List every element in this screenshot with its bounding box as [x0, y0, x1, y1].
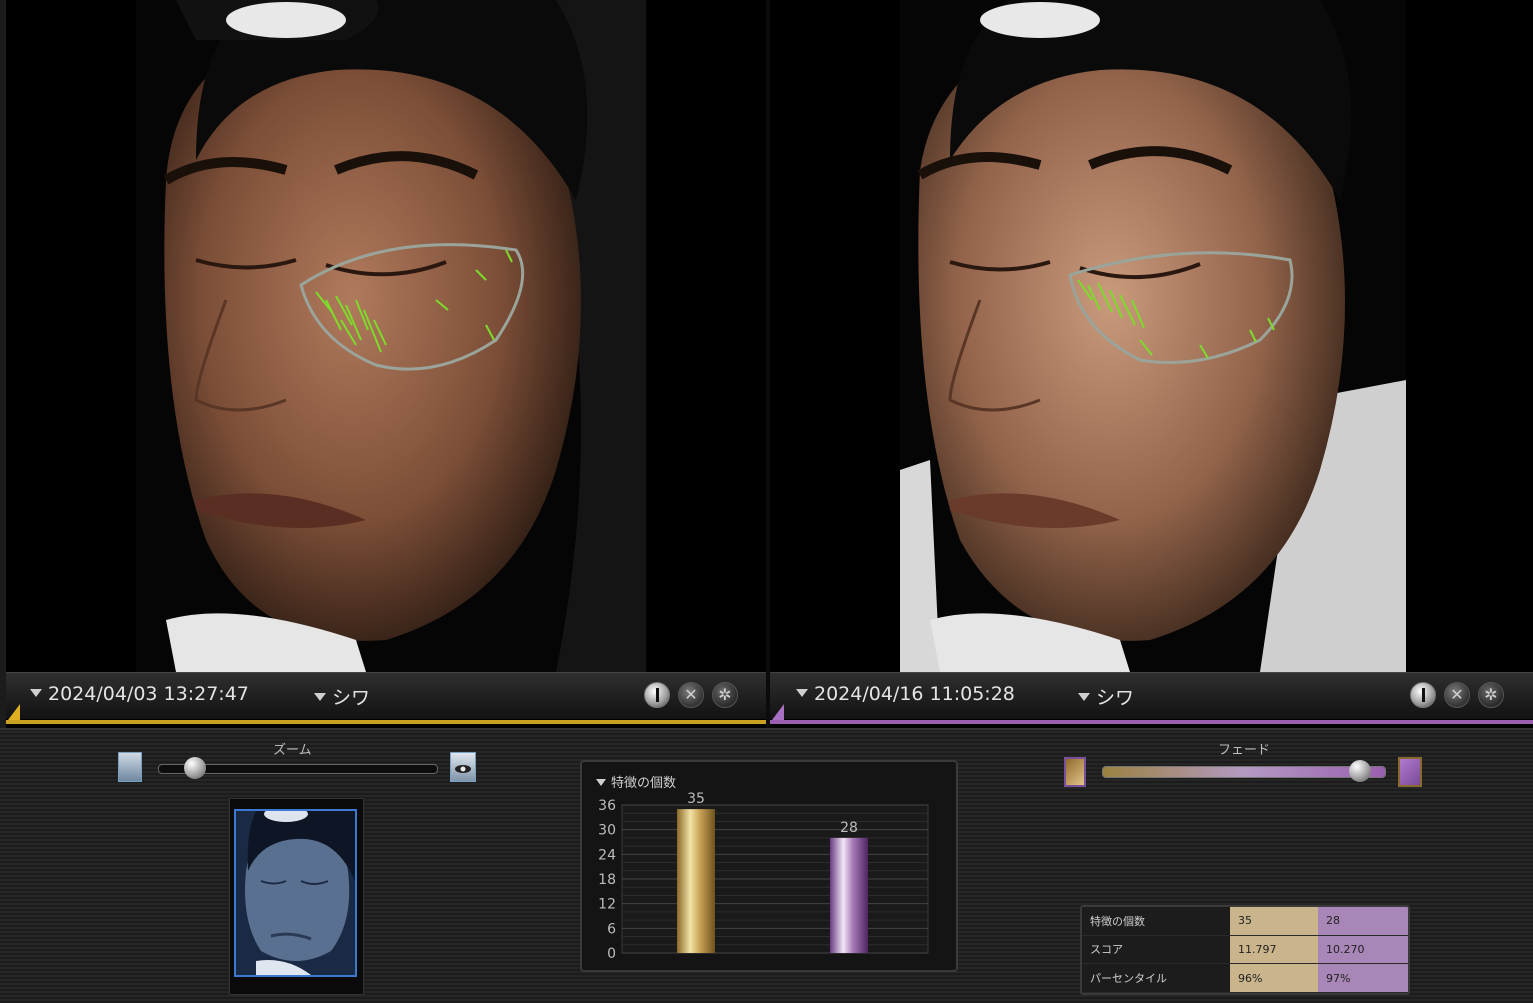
close-icon: ✕ [684, 685, 698, 704]
datetime-value: 2024/04/16 11:05:28 [814, 683, 1015, 705]
table-row: 特徴の個数 35 28 [1082, 907, 1408, 936]
feature-count-chart-panel: 特徴の個数 0 6 12 18 24 30 36 35 28 [580, 760, 958, 972]
stat-value-after: 97% [1318, 963, 1408, 993]
stat-value-after: 28 [1318, 907, 1408, 936]
chevron-down-icon [1078, 693, 1090, 701]
fade-before-icon[interactable] [1064, 757, 1086, 787]
stats-table: 特徴の個数 35 28 スコア 11.797 10.270 パーセンタイル 96… [1080, 905, 1410, 995]
fade-label: フェード [1218, 743, 1271, 758]
y-tick-label: 12 [598, 897, 616, 913]
y-tick-label: 0 [607, 946, 616, 962]
y-tick-label: 6 [607, 921, 616, 937]
face-photo-after[interactable] [900, 0, 1406, 672]
fade-slider-knob[interactable] [1349, 760, 1371, 782]
gear-icon: ✲ [718, 685, 732, 704]
mode-value: シワ [332, 687, 371, 709]
zoom-label: ズーム [273, 743, 312, 758]
y-tick-label: 36 [598, 798, 616, 814]
table-row: スコア 11.797 10.270 [1082, 935, 1408, 965]
face-photo-before[interactable] [136, 0, 646, 672]
close-button[interactable]: ✕ [1444, 682, 1470, 708]
face-photo-after-drawing [900, 0, 1406, 672]
table-row: パーセンタイル 96% 97% [1082, 963, 1408, 993]
zoom-out-face-icon[interactable] [118, 752, 142, 782]
y-tick-label: 30 [598, 823, 616, 839]
mode-value: シワ [1096, 687, 1135, 709]
right-accent-line [770, 720, 1533, 724]
chevron-down-icon [796, 689, 808, 697]
datetime-dropdown[interactable]: 2024/04/16 11:05:28 [796, 683, 1015, 705]
close-button[interactable]: ✕ [678, 682, 704, 708]
face-photo-before-drawing [136, 0, 646, 672]
settings-button[interactable]: ✲ [1478, 682, 1504, 708]
info-button[interactable] [644, 682, 670, 708]
navigator-thumbnail-frame [229, 798, 364, 995]
y-tick-label: 18 [598, 872, 616, 888]
datetime-dropdown[interactable]: 2024/04/03 13:27:47 [30, 683, 249, 705]
settings-button[interactable]: ✲ [712, 682, 738, 708]
bar-value-label: 35 [687, 791, 705, 807]
right-image-panel: 2024/04/16 11:05:28 シワ ✕ ✲ [770, 0, 1533, 728]
chevron-down-icon [30, 689, 42, 697]
chevron-down-icon [314, 693, 326, 701]
navigator-viewport[interactable] [234, 809, 357, 977]
navigator-face-icon [236, 811, 355, 975]
bar-before [677, 809, 715, 953]
mode-dropdown[interactable]: シワ [314, 683, 370, 710]
stat-value-before: 96% [1230, 963, 1318, 993]
zoom-in-eye-icon[interactable] [450, 752, 476, 782]
bar-value-label: 28 [840, 820, 858, 836]
left-image-panel: 2024/04/03 13:27:47 シワ ✕ ✲ [0, 0, 766, 728]
close-icon: ✕ [1450, 685, 1464, 704]
stat-label: パーセンタイル [1082, 963, 1230, 993]
stat-label: スコア [1082, 935, 1230, 965]
stat-label: 特徴の個数 [1082, 907, 1230, 936]
left-accent-line [6, 720, 766, 724]
stat-value-after: 10.270 [1318, 935, 1408, 965]
zoom-slider-knob[interactable] [183, 757, 206, 779]
datetime-value: 2024/04/03 13:27:47 [48, 683, 249, 705]
feature-count-chart: 0 6 12 18 24 30 36 35 28 [598, 791, 929, 962]
left-info-bar: 2024/04/03 13:27:47 シワ ✕ ✲ [6, 672, 766, 724]
stat-value-before: 11.797 [1230, 935, 1318, 965]
fade-slider[interactable] [1102, 766, 1386, 778]
right-info-bar: 2024/04/16 11:05:28 シワ ✕ ✲ [770, 672, 1533, 724]
left-accent-marker [8, 704, 20, 720]
stat-value-before: 35 [1230, 907, 1318, 936]
y-tick-label: 24 [598, 847, 616, 863]
right-accent-marker [772, 704, 784, 720]
bar-after [830, 837, 868, 953]
mode-dropdown[interactable]: シワ [1078, 683, 1134, 710]
fade-after-icon[interactable] [1398, 757, 1422, 787]
gear-icon: ✲ [1484, 685, 1498, 704]
info-button[interactable] [1410, 682, 1436, 708]
